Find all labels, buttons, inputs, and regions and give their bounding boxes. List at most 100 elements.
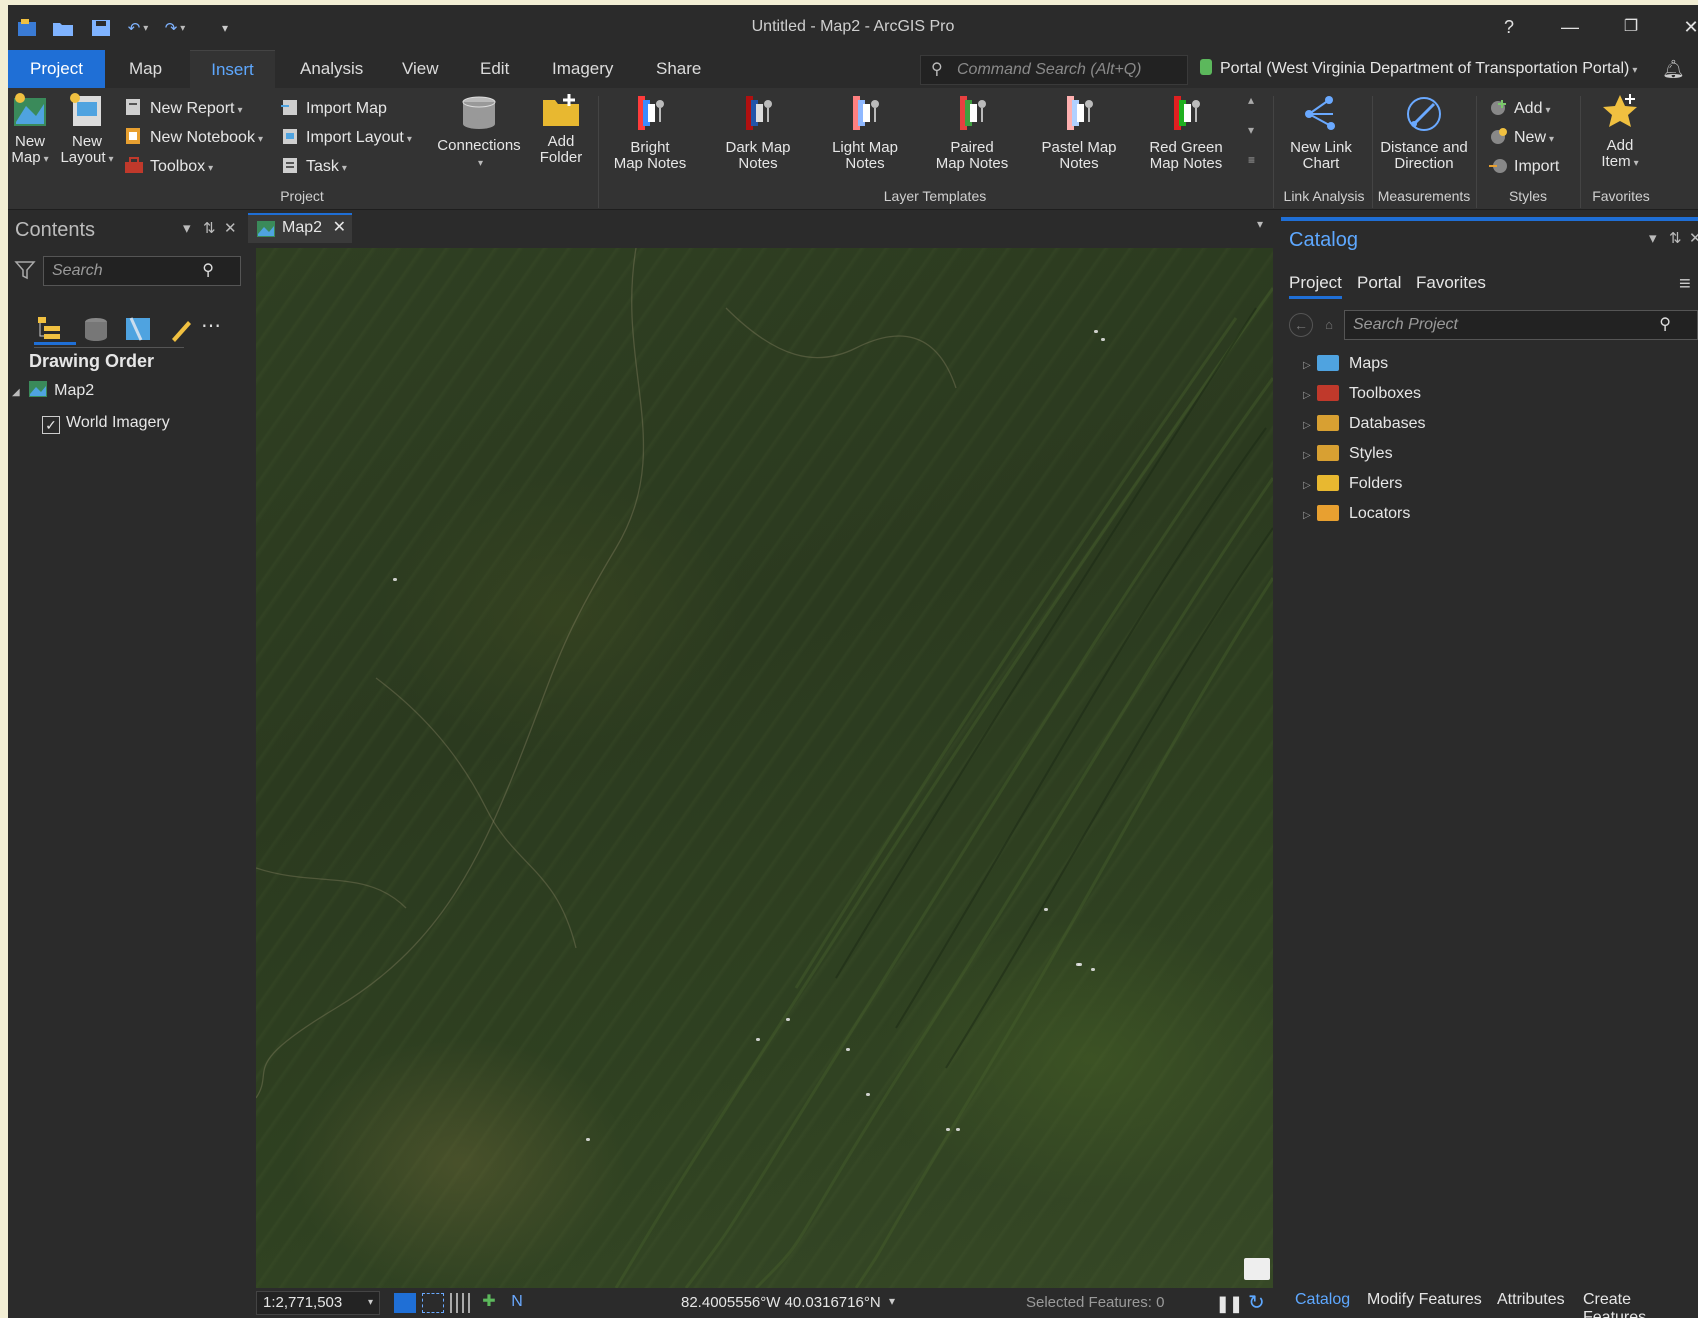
gallery-scroll-up-icon[interactable]: ▴: [1248, 88, 1254, 112]
tab-map[interactable]: Map: [115, 50, 176, 88]
styles-add-button[interactable]: Add ▾: [1488, 97, 1551, 121]
tab-analysis[interactable]: Analysis: [286, 50, 377, 88]
styles-import-button[interactable]: Import: [1488, 155, 1559, 179]
pause-drawing-icon[interactable]: ❚❚: [1216, 1294, 1243, 1314]
catalog-item-label: Folders: [1349, 475, 1403, 492]
new-link-chart-button[interactable]: New Link Chart: [1276, 94, 1366, 172]
coordinate-format-dropdown-icon[interactable]: ▾: [889, 1294, 895, 1308]
catalog-search-input[interactable]: Search Project ⚲: [1344, 310, 1698, 340]
snapping-icon[interactable]: [422, 1293, 444, 1313]
toolbox-button[interactable]: Toolbox ▾: [124, 155, 213, 179]
selected-features-count[interactable]: Selected Features: 0: [1026, 1292, 1164, 1314]
map-tips-icon[interactable]: [1244, 1258, 1270, 1280]
catalog-tab-portal[interactable]: Portal: [1357, 273, 1401, 293]
bottom-tab-catalog[interactable]: Catalog: [1295, 1291, 1350, 1309]
layer-world-imagery[interactable]: ✓ World Imagery: [42, 411, 170, 435]
import-layout-button[interactable]: Import Layout ▾: [280, 126, 412, 150]
expand-icon[interactable]: ▷: [1303, 384, 1317, 408]
restore-button[interactable]: ❐: [1616, 15, 1646, 39]
layer-visibility-checkbox[interactable]: ✓: [42, 416, 60, 434]
command-search-input[interactable]: ⚲ Command Search (Alt+Q): [920, 55, 1188, 85]
refresh-icon[interactable]: ↻: [1248, 1290, 1265, 1315]
catalog-item-styles[interactable]: ▷ Styles: [1303, 442, 1393, 466]
catalog-item-toolboxes[interactable]: ▷ Toolboxes: [1303, 382, 1421, 406]
list-by-data-source-icon[interactable]: [81, 315, 111, 345]
bottom-tab-modify-features[interactable]: Modify Features: [1367, 1291, 1482, 1309]
constraints-icon[interactable]: ✚: [478, 1293, 500, 1313]
more-options-icon[interactable]: ⋯: [201, 315, 231, 345]
close-tab-icon[interactable]: ✕: [333, 215, 346, 241]
pane-options-icon[interactable]: ▾: [1649, 229, 1657, 247]
tab-insert[interactable]: Insert: [190, 50, 275, 88]
catalog-tab-favorites[interactable]: Favorites: [1416, 273, 1486, 293]
portal-status-icon: [1200, 59, 1212, 75]
catalog-tab-project[interactable]: Project: [1289, 273, 1342, 299]
grid-icon[interactable]: [450, 1293, 472, 1313]
template-label-line1: Pastel Map: [1041, 139, 1117, 156]
filter-icon[interactable]: [14, 259, 36, 281]
new-report-button[interactable]: New Report ▾: [124, 97, 243, 121]
navigate-tool-icon[interactable]: [394, 1293, 416, 1313]
portal-indicator[interactable]: Portal (West Virginia Department of Tran…: [1200, 50, 1637, 88]
notification-bell-icon[interactable]: 🔔︎: [1662, 50, 1685, 88]
tab-imagery[interactable]: Imagery: [538, 50, 627, 88]
list-by-editing-icon[interactable]: [166, 315, 196, 345]
map-status-bar: 1:2,771,503 ▾ ✚ N 82.4005556°W 40.0316716…: [246, 1288, 1275, 1318]
back-icon[interactable]: ←: [1289, 313, 1313, 337]
gallery-scroll-down-icon[interactable]: ▾: [1248, 118, 1254, 142]
styles-new-button[interactable]: New ▾: [1488, 126, 1554, 150]
catalog-item-locators[interactable]: ▷ Locators: [1303, 502, 1410, 526]
pin-icon[interactable]: ⇅: [1669, 229, 1682, 247]
expand-icon[interactable]: ▷: [1303, 414, 1317, 438]
map-node[interactable]: ◢ Map2: [12, 379, 94, 403]
add-folder-button[interactable]: Add Folder: [531, 92, 591, 166]
list-by-selection-icon[interactable]: [123, 315, 153, 345]
tab-map2[interactable]: Map2 ✕: [248, 213, 352, 243]
paired-map-notes-button[interactable]: Paired Map Notes: [922, 94, 1022, 172]
catalog-item-databases[interactable]: ▷ Databases: [1303, 412, 1426, 436]
north-arrow-icon[interactable]: N: [506, 1293, 528, 1313]
close-button[interactable]: ✕: [1676, 15, 1698, 39]
connections-button[interactable]: Connections ▾: [433, 94, 525, 172]
pane-options-icon[interactable]: ▾: [183, 219, 191, 237]
new-map-button[interactable]: New Map ▾: [8, 92, 52, 168]
tab-view[interactable]: View: [388, 50, 453, 88]
distance-and-direction-button[interactable]: Distance and Direction: [1374, 94, 1474, 172]
catalog-item-maps[interactable]: ▷ Maps: [1303, 352, 1388, 376]
dark-map-notes-button[interactable]: Dark Map Notes: [708, 94, 808, 172]
red-green-map-notes-button[interactable]: Red Green Map Notes: [1136, 94, 1236, 172]
close-pane-icon[interactable]: ✕: [224, 219, 237, 237]
bottom-pane-tabs: Catalog Modify Features Attributes Creat…: [1281, 1287, 1698, 1318]
tab-project[interactable]: Project: [8, 50, 105, 88]
import-map-button[interactable]: Import Map: [280, 97, 387, 121]
expand-icon[interactable]: ▷: [1303, 444, 1317, 468]
bright-map-notes-button[interactable]: Bright Map Notes: [600, 94, 700, 172]
catalog-menu-icon[interactable]: ≡: [1679, 273, 1691, 296]
pastel-map-notes-button[interactable]: Pastel Map Notes: [1029, 94, 1129, 172]
contents-search-input[interactable]: Search ⚲: [43, 256, 241, 286]
new-notebook-button[interactable]: New Notebook ▾: [124, 126, 263, 150]
add-item-button[interactable]: Add Item ▾: [1584, 92, 1656, 172]
expand-icon[interactable]: ▷: [1303, 504, 1317, 528]
bottom-tab-create-features[interactable]: Create Features: [1583, 1291, 1698, 1318]
task-button[interactable]: Task ▾: [280, 155, 347, 179]
light-map-notes-button[interactable]: Light Map Notes: [815, 94, 915, 172]
help-button[interactable]: ?: [1494, 15, 1524, 39]
expand-icon[interactable]: ▷: [1303, 354, 1317, 378]
map-canvas[interactable]: [256, 248, 1273, 1288]
expand-icon[interactable]: ▷: [1303, 474, 1317, 498]
bottom-tab-attributes[interactable]: Attributes: [1497, 1291, 1565, 1309]
catalog-item-folders[interactable]: ▷ Folders: [1303, 472, 1402, 496]
home-icon[interactable]: ⌂: [1319, 313, 1339, 337]
tab-list-dropdown-icon[interactable]: ▾: [1257, 217, 1263, 231]
minimize-button[interactable]: —: [1555, 15, 1585, 39]
gallery-expand-icon[interactable]: ≡: [1248, 148, 1255, 172]
tab-edit[interactable]: Edit: [466, 50, 523, 88]
collapse-icon[interactable]: ◢: [12, 387, 20, 398]
new-layout-button[interactable]: New Layout ▾: [60, 92, 114, 168]
tab-share[interactable]: Share: [642, 50, 715, 88]
list-by-drawing-order-icon[interactable]: [34, 315, 76, 345]
pin-icon[interactable]: ⇅: [203, 219, 216, 237]
scale-selector[interactable]: 1:2,771,503 ▾: [256, 1291, 380, 1315]
close-pane-icon[interactable]: ✕: [1689, 229, 1698, 247]
